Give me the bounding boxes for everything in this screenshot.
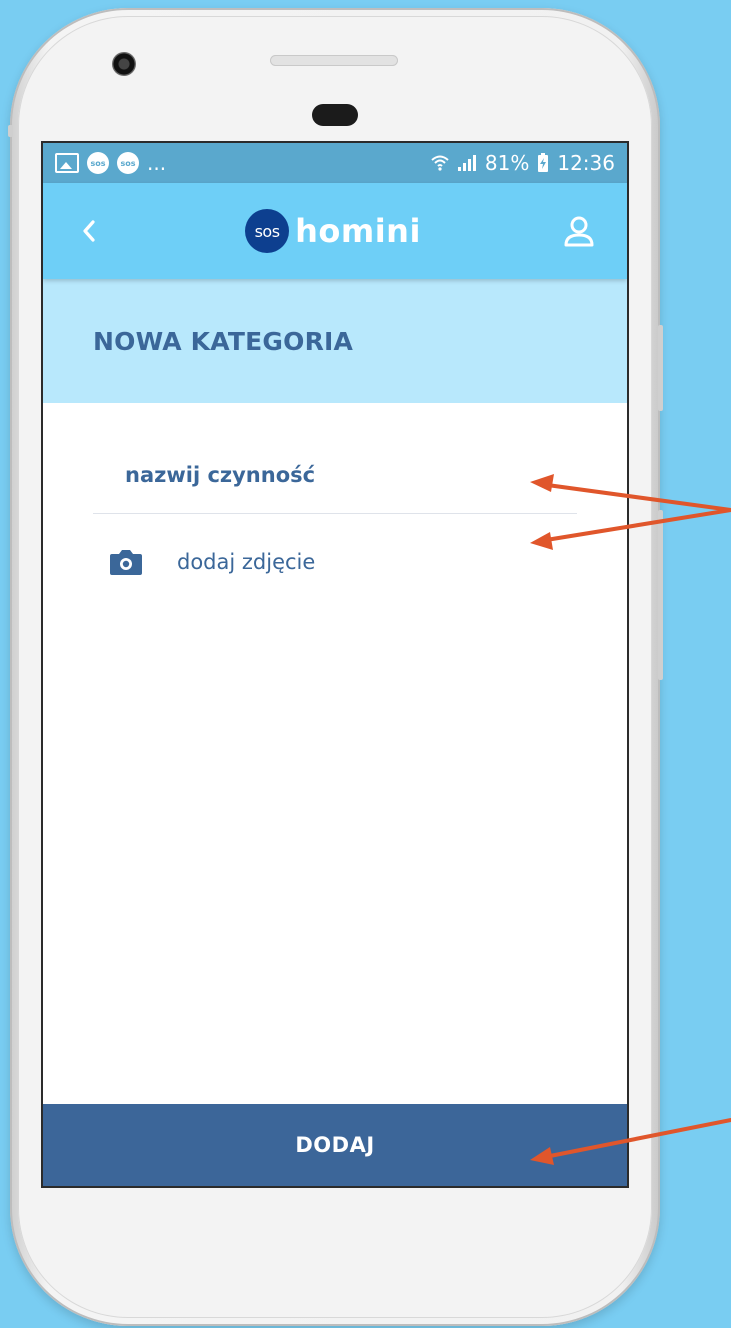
title-band: NOWA KATEGORIA: [43, 279, 627, 403]
front-camera: [112, 52, 136, 76]
signal-icon: [457, 155, 476, 171]
battery-charging-icon: [538, 153, 549, 172]
image-notification-icon: [55, 153, 79, 173]
submit-button[interactable]: DODAJ: [43, 1104, 627, 1186]
device-screen: sos sos ... 81% 12:36 sos homini NOWA KA…: [43, 143, 627, 1186]
app-bar: sos homini: [43, 183, 627, 279]
left-side-button: [8, 125, 13, 137]
clock: 12:36: [557, 151, 615, 175]
power-button: [658, 325, 663, 411]
page-title: NOWA KATEGORIA: [93, 326, 354, 356]
add-photo-label: dodaj zdjęcie: [177, 550, 316, 574]
volume-button: [658, 510, 663, 680]
sos-notification-icon: sos: [87, 152, 109, 174]
earpiece-speaker: [270, 55, 398, 66]
app-logo: sos homini: [245, 209, 421, 253]
user-icon: [564, 216, 594, 247]
activity-name-input[interactable]: [125, 463, 577, 487]
profile-button[interactable]: [559, 211, 599, 251]
logo-text: homini: [295, 212, 421, 250]
system-icons: 81% 12:36: [431, 151, 615, 175]
category-form: dodaj zdjęcie: [43, 463, 627, 576]
back-button[interactable]: [71, 213, 107, 249]
camera-icon: [110, 550, 142, 575]
wifi-icon: [431, 155, 449, 171]
notification-icons: sos sos ...: [55, 151, 431, 175]
add-photo-button[interactable]: dodaj zdjęcie: [93, 548, 577, 576]
submit-label: DODAJ: [295, 1133, 375, 1157]
chevron-left-icon: [83, 220, 95, 242]
sos-notification-icon-2: sos: [117, 152, 139, 174]
logo-badge: sos: [245, 209, 290, 253]
proximity-sensor: [312, 104, 358, 126]
battery-percentage: 81%: [484, 151, 530, 175]
activity-name-field[interactable]: [93, 463, 577, 514]
status-bar: sos sos ... 81% 12:36: [43, 143, 627, 183]
more-notifications: ...: [147, 151, 167, 175]
